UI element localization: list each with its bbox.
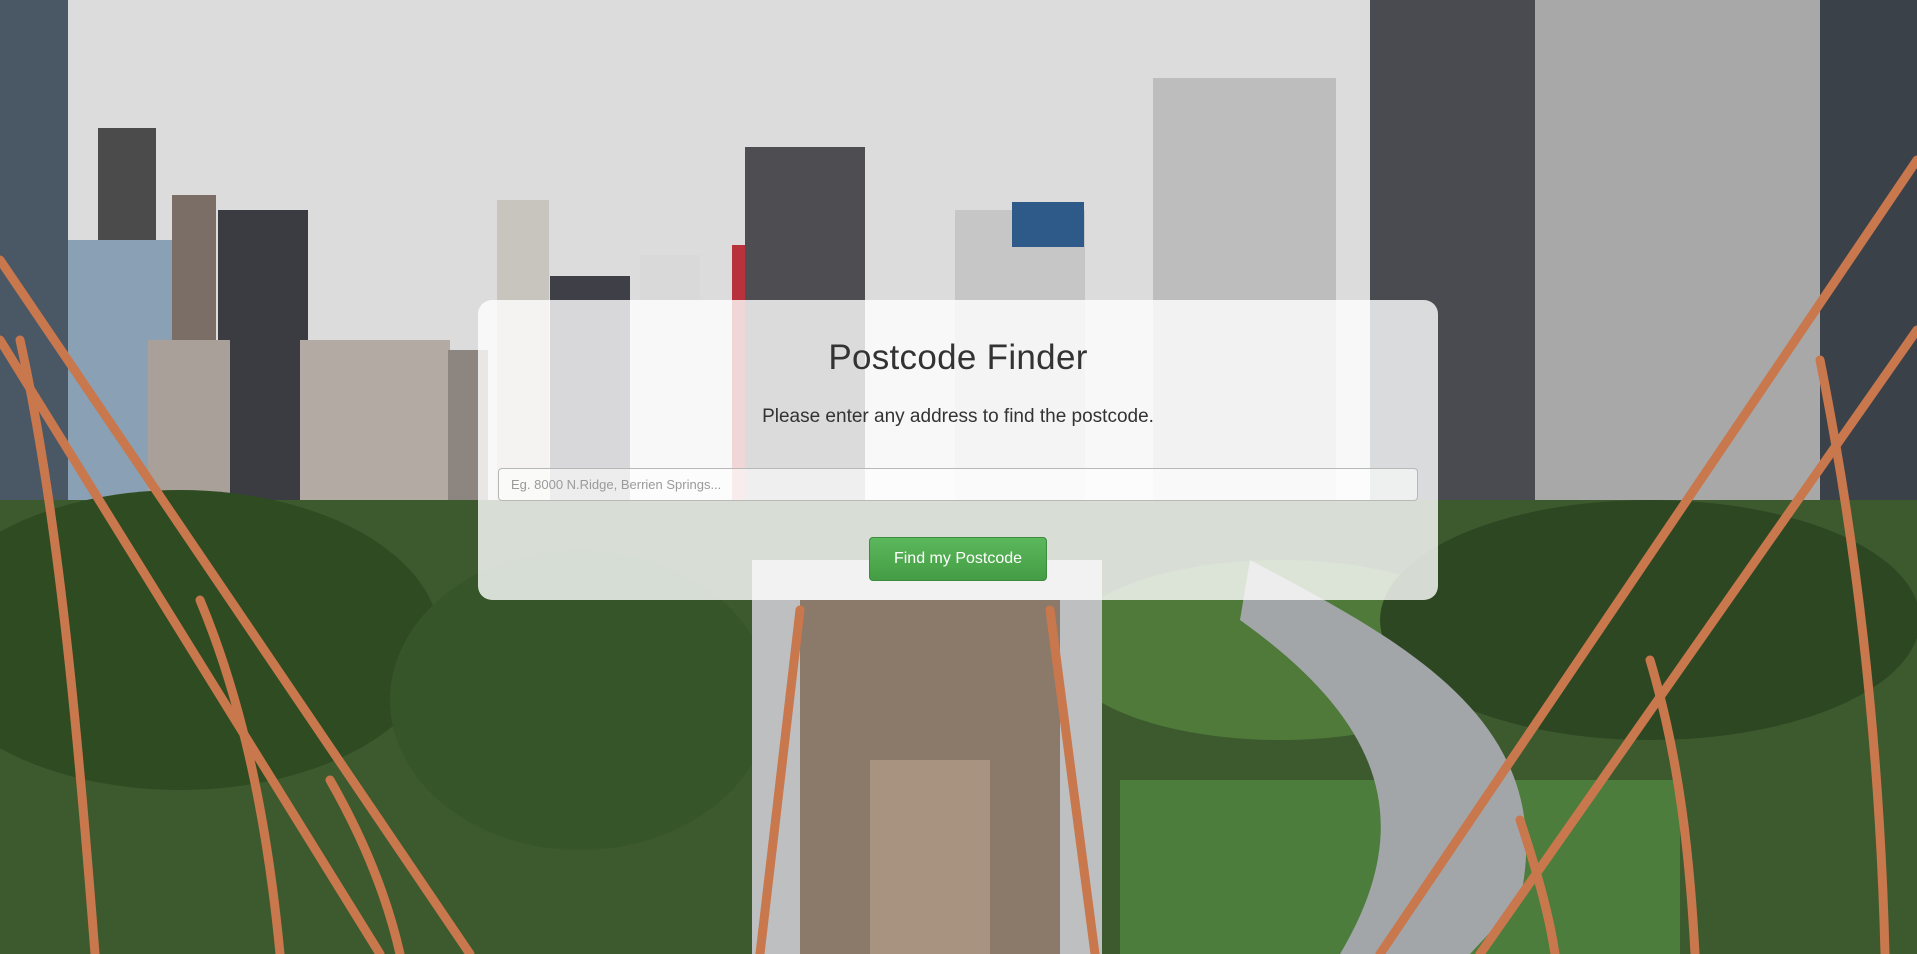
address-search-input[interactable] — [498, 468, 1418, 501]
page-title: Postcode Finder — [828, 338, 1088, 377]
page-subtitle: Please enter any address to find the pos… — [762, 406, 1154, 427]
postcode-finder-card: Postcode Finder Please enter any address… — [478, 300, 1438, 600]
find-postcode-button[interactable]: Find my Postcode — [869, 537, 1047, 581]
